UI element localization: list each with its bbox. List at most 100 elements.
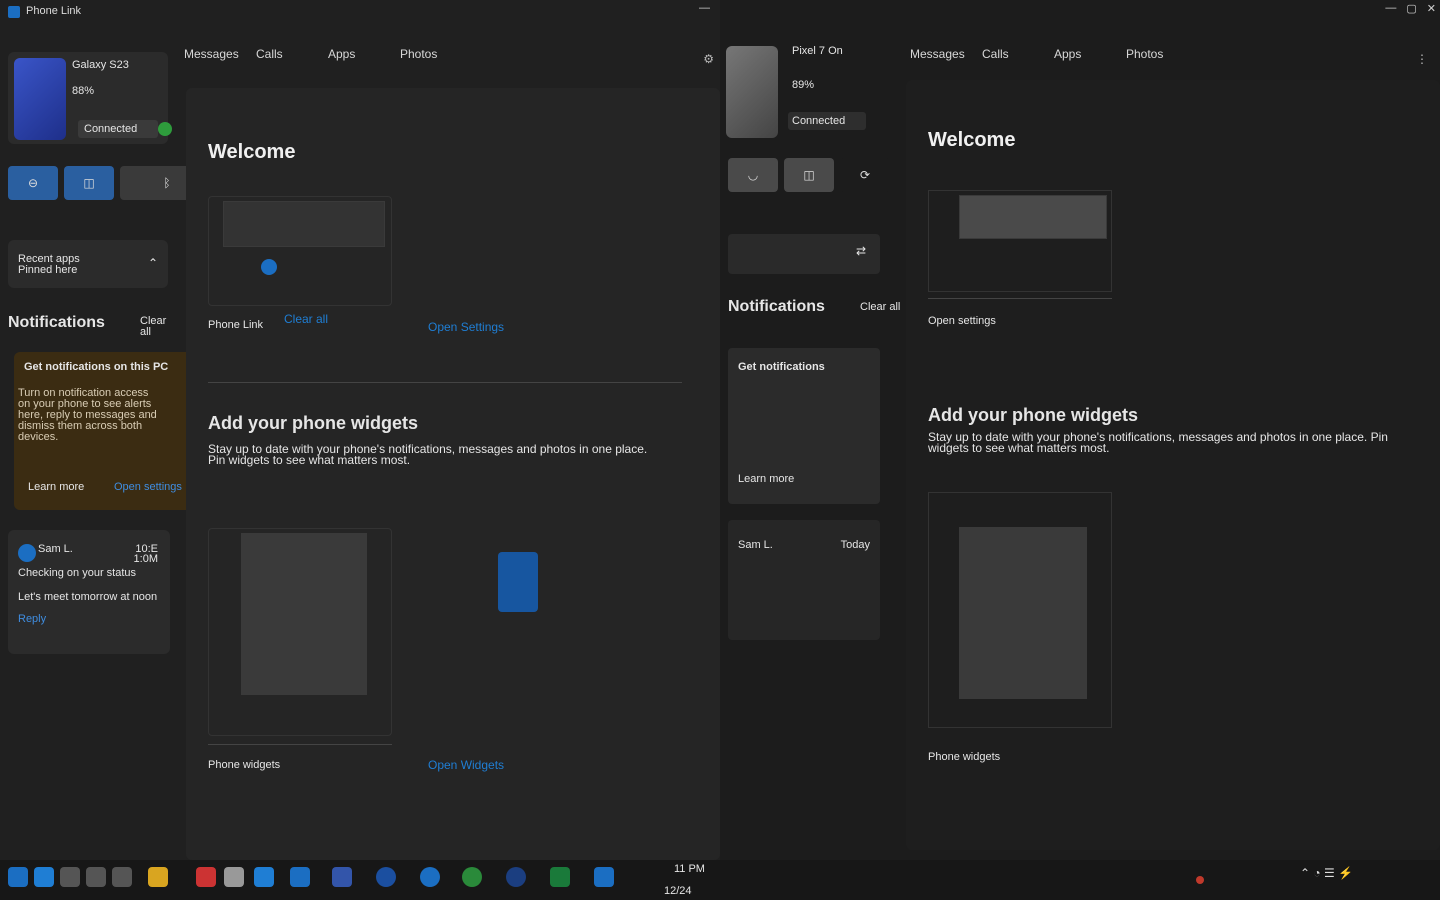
minimize-button[interactable]: — [699,2,710,14]
right-widget-board-image [959,527,1087,699]
minimize-button-2[interactable]: — [1385,2,1396,15]
avatar [18,544,36,562]
open-settings-link[interactable]: Open settings [114,482,182,493]
maximize-button-2[interactable]: ▢ [1406,2,1416,15]
open-widgets-link[interactable]: Open Widgets [428,758,504,772]
phone-image [14,58,66,140]
task-view-icon[interactable] [60,867,80,887]
start-icon[interactable] [8,867,28,887]
system-tray-icon[interactable]: ⌃ ◔ ☰ ⚡ [1300,866,1353,880]
widget-board-image [241,533,367,695]
tab-calls[interactable]: Calls [256,48,302,60]
tab-photos[interactable]: Photos [400,48,446,60]
right-connection-status: Connected [788,112,866,130]
telegram-icon[interactable] [420,867,440,887]
skype-icon[interactable] [506,867,526,887]
right-phone-image [726,46,778,138]
right-card-title: Get notifications [738,361,825,373]
photos-icon[interactable] [462,867,482,887]
open-settings-main-link[interactable]: Open Settings [428,320,504,334]
clear-all-button[interactable]: Clear all [140,316,176,338]
search-icon[interactable] [34,867,54,887]
right-main-content: Welcome Open settings Add your phone wid… [906,80,1440,850]
right-tab-calls[interactable]: Calls [982,48,1028,60]
right-tab-photos[interactable]: Photos [1126,48,1172,60]
right-clear-button[interactable]: Clear all [860,302,900,313]
right-message-card[interactable]: Sam L. Today [728,520,880,640]
right-illustration [928,190,1112,292]
title-bar: Phone Link — [0,0,720,30]
right-recent-card[interactable]: ⇄ [728,234,880,274]
right-notifications-title: Notifications [728,298,825,315]
right-tab-messages[interactable]: Messages [910,48,965,60]
phone-widget-icon [498,552,538,612]
notification-card-body: Turn on notification access on your phon… [18,387,157,443]
right-battery: 89% [792,79,815,91]
close-button-2[interactable]: ✕ [1427,2,1436,15]
widgets-icon[interactable] [86,867,106,887]
app-logo-icon [8,6,20,18]
right-share-icon[interactable]: ⇄ [856,244,866,258]
dnd-toggle[interactable]: ◫ [64,166,114,200]
clock-time[interactable]: 11 PM [674,864,705,875]
widgets-title: Add your phone widgets [208,413,418,433]
phone-name: Galaxy S23 [72,59,129,71]
main-content: Welcome Phone Link Clear all Open Settin… [186,88,720,860]
clear-all-link[interactable]: Clear all [284,312,328,326]
divider [208,382,682,383]
right-mute-toggle[interactable]: ◡ [728,158,778,192]
right-widgets-title: Add your phone widgets [928,405,1138,425]
phone-link-icon[interactable] [594,867,614,887]
right-tab-apps[interactable]: Apps [1054,48,1100,60]
right-section-title: Welcome [928,129,1016,151]
right-caption-1: Open settings [928,315,996,327]
right-phone-name: Pixel 7 On [792,45,843,57]
right-window-controls: — ▢ ✕ [1385,2,1436,15]
recent-apps-subtitle: Pinned here [18,264,78,276]
excel-icon[interactable] [550,867,570,887]
laptop-image [223,201,385,247]
folder-icon[interactable] [148,867,168,887]
settings-gear-icon[interactable]: ⚙ [703,52,714,66]
section-title: Welcome [208,141,296,163]
welcome-illustration [208,196,392,306]
sidebar: Galaxy S23 88% Connected ⊖ ◫ ᛒ Recent ap… [0,40,334,860]
right-card-action[interactable]: Learn more [738,474,794,485]
right-message-time: Today [840,539,870,551]
store-icon[interactable] [112,867,132,887]
mute-toggle[interactable]: ⊖ [8,166,58,200]
right-quick-actions: ◡ ◫ ⟳ [728,158,890,192]
message-card[interactable]: Sam L. 10:E 1:0M Checking on your status… [8,530,170,654]
reply-link[interactable]: Reply [18,614,46,625]
recent-apps-card[interactable]: Recent apps Pinned here ⌃ [8,240,168,288]
quick-actions: ⊖ ◫ ᛒ [8,166,214,200]
chevron-up-icon[interactable]: ⌃ [148,256,158,270]
right-widgets-body: Stay up to date with your phone's notifi… [928,430,1388,455]
more-icon[interactable]: ⋮ [1416,52,1428,66]
learn-more-link[interactable]: Learn more [28,482,84,493]
right-window: — ▢ ✕ Messages Calls Apps Photos ⋮ Pixel… [720,0,1440,860]
right-dnd-toggle[interactable]: ◫ [784,158,834,192]
battery-level: 88% [72,85,95,97]
app-title: Phone Link [26,5,82,17]
edge-icon[interactable] [254,867,274,887]
mail-icon[interactable] [332,867,352,887]
right-caption-2: Phone widgets [928,751,1001,763]
divider-2 [208,744,392,745]
message-preview-body: Let's meet tomorrow at noon [18,591,158,603]
right-message-sender: Sam L. [738,539,773,551]
connection-status: Connected [78,120,158,138]
tab-messages[interactable]: Messages [184,48,239,60]
chrome-icon[interactable] [196,867,216,887]
phone-card[interactable]: Galaxy S23 88% Connected [8,52,172,144]
tab-apps[interactable]: Apps [328,48,374,60]
messenger-icon[interactable] [376,867,396,887]
outlook-icon[interactable] [290,867,310,887]
message-preview-title: Checking on your status [18,567,137,579]
right-laptop-image [959,195,1107,239]
right-rotate-toggle[interactable]: ⟳ [840,158,890,192]
section-caption: Phone Link [208,319,264,331]
app-icon[interactable] [224,867,244,887]
info-icon [261,259,277,275]
clock-date[interactable]: 12/24 [664,886,692,897]
